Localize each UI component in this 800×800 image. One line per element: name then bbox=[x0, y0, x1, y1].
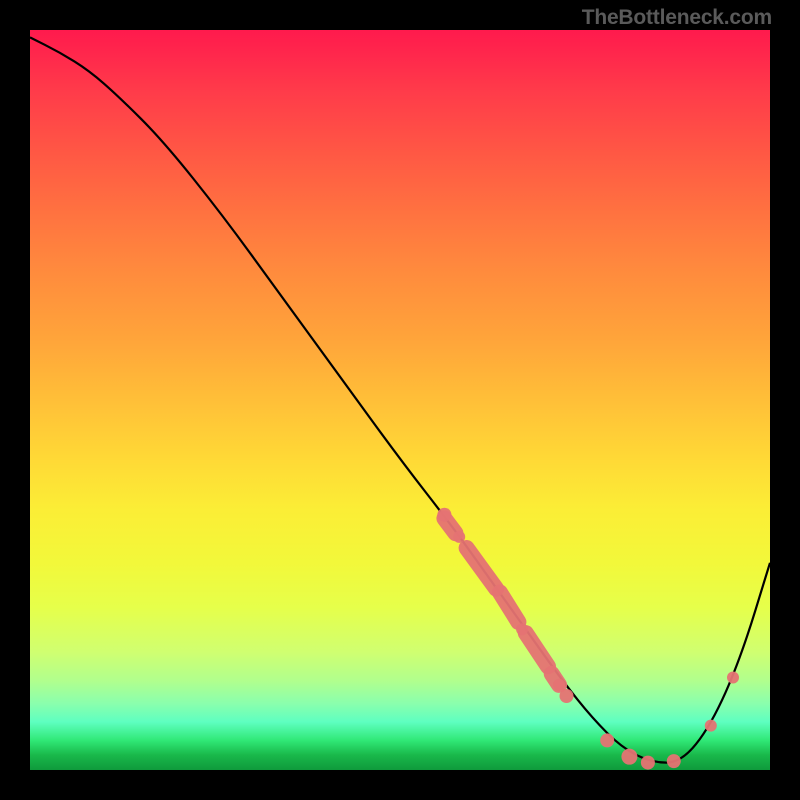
highlight-point bbox=[600, 733, 614, 747]
highlight-point bbox=[553, 679, 565, 691]
highlight-point bbox=[621, 749, 637, 765]
highlight-point bbox=[560, 689, 574, 703]
bottleneck-curve bbox=[30, 37, 770, 762]
chart-container: TheBottleneck.com bbox=[0, 0, 800, 800]
highlight-point bbox=[437, 508, 451, 522]
watermark-text: TheBottleneck.com bbox=[582, 6, 772, 30]
highlight-segments bbox=[444, 518, 559, 685]
highlight-point bbox=[705, 720, 717, 732]
highlight-segment bbox=[500, 592, 519, 622]
highlight-point bbox=[453, 531, 465, 543]
highlight-segment bbox=[467, 548, 497, 589]
highlight-point bbox=[641, 756, 655, 770]
chart-overlay bbox=[30, 30, 770, 770]
highlight-segment bbox=[526, 633, 548, 666]
highlight-point bbox=[667, 754, 681, 768]
highlight-points bbox=[437, 508, 739, 770]
highlight-point bbox=[727, 672, 739, 684]
highlight-point bbox=[516, 623, 528, 635]
